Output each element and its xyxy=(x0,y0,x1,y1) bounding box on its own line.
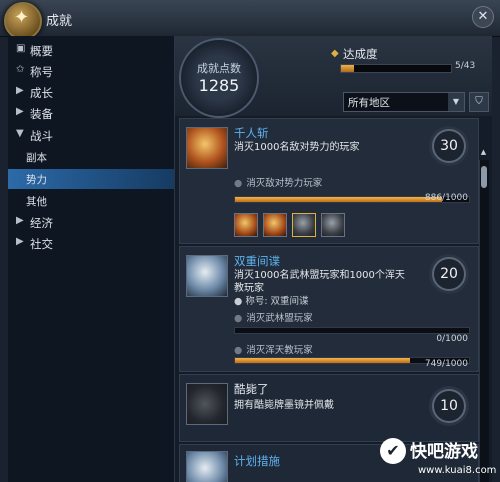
title-bar: ✦ 成就 ✕ xyxy=(0,0,500,40)
sidebar-item-equipment[interactable]: ▶ 装备 xyxy=(8,103,174,123)
expand-arrow-icon: ▶ xyxy=(16,85,24,96)
achievement-card[interactable]: 酷毙了 拥有酷毙牌墨镜并佩戴 10 xyxy=(179,374,479,442)
sidebar-item-label: 成长 xyxy=(30,86,53,100)
achievement-name: 酷毙了 xyxy=(234,382,269,396)
region-select[interactable]: 所有地区 ▼ xyxy=(343,92,465,112)
condition-progress-value: 749/1000 xyxy=(424,359,468,369)
achievement-points: 30 xyxy=(432,129,466,163)
condition-label: ● 消灭浑天教玩家 xyxy=(234,345,313,356)
collapse-arrow-icon: ▼ xyxy=(16,128,24,139)
sidebar-item-label: 经济 xyxy=(30,216,53,230)
required-achievement-icon[interactable] xyxy=(263,213,287,237)
sunglasses-achievement-icon xyxy=(186,383,228,425)
sidebar-item-label: 称号 xyxy=(30,65,53,79)
condition-label: ● 消灭敌对势力玩家 xyxy=(234,178,323,189)
achievement-list: 千人斩 消灭1000名敌对势力的玩家 30 ● 消灭敌对势力玩家 886/1000… xyxy=(175,116,492,482)
sidebar-item-growth[interactable]: ▶ 成长 xyxy=(8,82,174,102)
achievement-name: 千人斩 xyxy=(234,126,269,140)
bullet-icon: ● xyxy=(234,178,243,189)
achievement-card[interactable]: 双重间谍 消灭1000名武林盟玩家和1000个浑天教玩家 ● 称号: 双重间谍 … xyxy=(179,246,479,372)
progress-value: 5/43 xyxy=(455,61,476,71)
achievement-card[interactable]: 千人斩 消灭1000名敌对势力的玩家 30 ● 消灭敌对势力玩家 886/1000 xyxy=(179,118,479,244)
sidebar-item-label: 社交 xyxy=(30,237,53,251)
points-value: 1285 xyxy=(198,76,240,95)
region-select-value: 所有地区 xyxy=(348,97,390,109)
achievement-name: 计划措施 xyxy=(234,454,280,468)
scroll-up-arrow-icon[interactable]: ▲ xyxy=(479,148,488,158)
watermark-url: www.kuai8.com xyxy=(418,465,497,476)
sidebar-item-label: 装备 xyxy=(30,107,53,121)
scrollbar-thumb[interactable] xyxy=(481,166,487,188)
sidebar-item-label: 概要 xyxy=(30,44,53,58)
expand-arrow-icon: ▶ xyxy=(16,106,24,117)
achievement-points: 20 xyxy=(432,257,466,291)
category-sidebar: ▣ 概要 ✩ 称号 ▶ 成长 ▶ 装备 ▼ 战斗 副本 势力 其他 ▶ 经济 ▶… xyxy=(8,36,175,482)
window-title: 成就 xyxy=(46,14,73,29)
bullet-icon: ● xyxy=(234,296,246,307)
condition-label: ● 消灭武林盟玩家 xyxy=(234,313,313,324)
sidebar-item-combat[interactable]: ▼ 战斗 xyxy=(8,125,174,145)
achievement-name: 双重间谍 xyxy=(234,254,280,268)
sidebar-item-titles[interactable]: ✩ 称号 xyxy=(8,61,174,81)
achievement-reward: ● 称号: 双重间谍 xyxy=(234,296,309,307)
filter-button[interactable]: ⛉ xyxy=(469,92,489,112)
summary-header: 成就点数 1285 ◆ 达成度 5/43 所有地区 ▼ ⛉ xyxy=(175,36,492,118)
sidebar-item-faction[interactable]: 势力 xyxy=(8,169,174,189)
achievement-panel: 成就点数 1285 ◆ 达成度 5/43 所有地区 ▼ ⛉ 千人斩 消灭1000… xyxy=(175,36,492,482)
watermark-logo-icon: ✔ xyxy=(380,438,406,464)
progress-label: 达成度 xyxy=(343,47,378,61)
completion-progress-fill xyxy=(341,65,354,72)
watermark: ✔ 快吧游戏 www.kuai8.com xyxy=(380,434,498,480)
sidebar-item-economy[interactable]: ▶ 经济 xyxy=(8,212,174,232)
diamond-icon: ◆ xyxy=(331,48,339,59)
spy-achievement-icon xyxy=(186,255,228,297)
warrior-achievement-icon xyxy=(186,127,228,169)
chevron-down-icon[interactable]: ▼ xyxy=(448,93,464,111)
sidebar-item-social[interactable]: ▶ 社交 xyxy=(8,233,174,253)
star-icon: ✩ xyxy=(16,64,25,75)
condition-progress-bar xyxy=(234,327,470,334)
sidebar-item-label: 副本 xyxy=(26,152,47,164)
points-medal: 成就点数 1285 xyxy=(179,38,259,118)
condition-progress-value: 886/1000 xyxy=(424,193,468,203)
bullet-icon: ● xyxy=(234,345,243,356)
required-achievement-icon[interactable] xyxy=(234,213,258,237)
bullet-icon: ● xyxy=(234,313,243,324)
condition-progress-value: 0/1000 xyxy=(436,334,468,344)
required-achievements-row xyxy=(234,213,354,237)
completion-progress-bar xyxy=(340,64,452,73)
achievement-description: 拥有酷毙牌墨镜并佩戴 xyxy=(234,400,334,411)
close-button[interactable]: ✕ xyxy=(472,6,494,28)
achievement-description: 消灭1000名武林盟玩家和1000个浑天教玩家 xyxy=(234,270,405,294)
sidebar-item-dungeon[interactable]: 副本 xyxy=(8,147,174,167)
achievement-points: 10 xyxy=(432,389,466,423)
sidebar-item-label: 其他 xyxy=(26,196,47,208)
points-label: 成就点数 xyxy=(197,62,241,75)
achievement-emblem-icon: ✦ xyxy=(4,2,42,40)
expand-arrow-icon: ▶ xyxy=(16,215,24,226)
sidebar-item-overview[interactable]: ▣ 概要 xyxy=(8,40,174,60)
required-achievement-icon[interactable] xyxy=(292,213,316,237)
overview-icon: ▣ xyxy=(16,43,26,54)
plan-achievement-icon xyxy=(186,451,228,482)
watermark-text: 快吧游戏 xyxy=(410,442,478,462)
required-achievement-icon[interactable] xyxy=(321,213,345,237)
sidebar-item-label: 战斗 xyxy=(30,129,53,143)
sidebar-item-other[interactable]: 其他 xyxy=(8,191,174,211)
condition-progress-fill xyxy=(235,358,411,363)
expand-arrow-icon: ▶ xyxy=(16,236,24,247)
achievement-description: 消灭1000名敌对势力的玩家 xyxy=(234,142,360,153)
sidebar-item-label: 势力 xyxy=(26,174,47,186)
